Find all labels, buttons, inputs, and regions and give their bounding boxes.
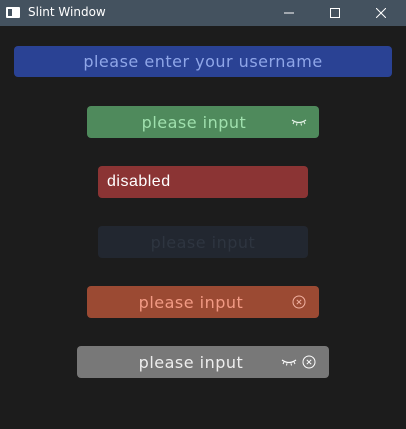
eye-closed-icon[interactable] [281, 357, 297, 367]
orange-placeholder: please input [138, 292, 244, 312]
minimize-icon [284, 12, 294, 14]
clear-circle-icon[interactable] [292, 295, 306, 309]
dark-placeholder: please input [150, 232, 256, 252]
username-placeholder: please enter your username [83, 52, 323, 71]
gray-input[interactable]: please input [77, 346, 329, 378]
minimize-button[interactable] [266, 0, 312, 26]
app-icon [6, 7, 20, 18]
green-input[interactable]: please input [87, 106, 319, 138]
dark-input[interactable]: please input [98, 226, 308, 258]
disabled-text: disabled [107, 173, 171, 190]
username-input[interactable]: please enter your username [14, 46, 392, 77]
close-button[interactable] [358, 0, 404, 26]
clear-circle-icon[interactable] [302, 355, 316, 369]
green-placeholder: please input [141, 112, 247, 132]
maximize-button[interactable] [312, 0, 358, 26]
title-bar[interactable]: Slint Window [0, 0, 406, 26]
window-title: Slint Window [28, 5, 106, 19]
disabled-input: disabled [98, 166, 308, 198]
maximize-icon [330, 8, 340, 18]
eye-closed-icon[interactable] [291, 117, 307, 127]
orange-input[interactable]: please input [87, 286, 319, 318]
close-icon [376, 8, 386, 18]
app-window: Slint Window please enter your username … [0, 0, 406, 429]
